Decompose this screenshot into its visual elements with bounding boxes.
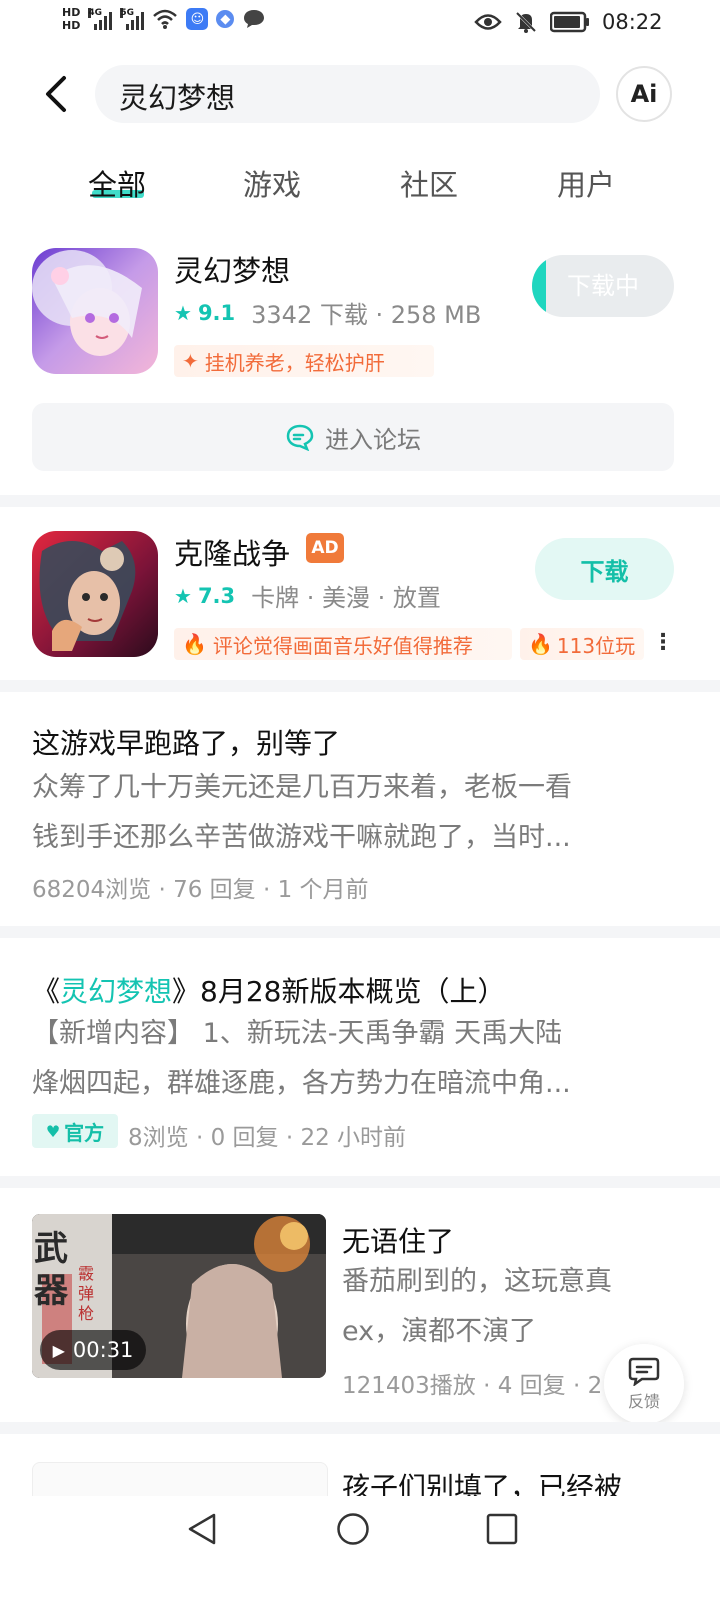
app-tag-label: 挂机养老，轻松护肝	[204, 350, 385, 375]
system-nav-bar	[0, 1496, 720, 1600]
post-meta: 8浏览 · 0 回复 · 22 小时前	[128, 1125, 407, 1151]
tab-users[interactable]: 用户	[557, 162, 615, 204]
post-body-line: 众筹了几十万美元还是几百万来着，老板一看	[32, 772, 572, 803]
thumb-char: 弹	[78, 1284, 95, 1303]
status-right: 08:22	[474, 10, 663, 34]
tab-games[interactable]: 游戏	[243, 162, 301, 204]
star-icon: ★	[174, 300, 192, 325]
section-divider	[0, 1176, 720, 1188]
section-divider	[0, 680, 720, 692]
thumb-char: 器	[34, 1271, 68, 1311]
clock: 08:22	[602, 10, 663, 34]
post-title[interactable]: 《灵幻梦想》8月28新版本概览（上）	[32, 970, 505, 1010]
thumb-char: 枪	[78, 1304, 95, 1323]
section-divider	[0, 926, 720, 938]
thumb-char: 武	[34, 1229, 68, 1269]
sparkle-icon: ✦	[182, 349, 199, 373]
status-bar: HD HD 4G 5G ☺ ◆ 08:22	[0, 0, 720, 48]
nav-home-icon[interactable]	[336, 1512, 370, 1546]
post-title[interactable]: 这游戏早跑路了，别等了	[32, 722, 340, 762]
mute-bell-icon	[515, 11, 537, 33]
signal-4g-icon: 4G	[88, 8, 113, 30]
enter-forum-label: 进入论坛	[325, 425, 421, 454]
post-meta: 121403播放 · 4 回复 · 2	[342, 1373, 603, 1399]
app-icon-linghuan[interactable]	[32, 248, 158, 374]
back-arrow-icon	[46, 76, 66, 112]
app-rating: 7.3	[197, 583, 236, 608]
hd-label-2: HD	[62, 19, 81, 32]
wifi-icon	[153, 9, 178, 29]
tab-all[interactable]: 全部	[88, 162, 146, 204]
app-rating-row: ★ 9.1 3342 下载 · 258 MB	[174, 295, 481, 330]
ad-badge: AD	[306, 533, 344, 563]
app-meta: 3342 下载 · 258 MB	[251, 301, 482, 329]
forum-chat-icon	[286, 424, 314, 451]
hd-indicator: HD HD	[62, 6, 80, 32]
download-button[interactable]: 下载	[535, 538, 674, 600]
game-art-image	[32, 531, 158, 657]
app-tag-label: 评论觉得画面音乐好值得推荐	[212, 633, 473, 658]
app-tag: 🔥 评论觉得画面音乐好值得推荐	[174, 628, 512, 660]
thumb-caption: 武 器	[34, 1228, 68, 1312]
hd-label-1: HD	[62, 6, 81, 19]
post-body-line: 【新增内容】 1、新玩法-天禹争霸 天禹大陆	[32, 1018, 563, 1049]
official-label: 官方	[64, 1120, 105, 1145]
net-type-1: 4G	[88, 8, 102, 18]
feedback-label: 反馈	[627, 1392, 660, 1411]
downloading-button[interactable]: 下载中	[532, 255, 674, 317]
title-suffix: 》8月28新版本概览（上）	[172, 975, 506, 1008]
post-body-line: 番茄刷到的，这玩意真	[342, 1266, 612, 1297]
app-rating: 9.1	[197, 300, 236, 325]
heart-icon: ♥	[45, 1121, 61, 1141]
eye-icon	[474, 14, 502, 30]
official-badge: ♥ 官方	[32, 1114, 118, 1148]
feedback-icon	[628, 1357, 660, 1386]
search-query[interactable]: 灵幻梦想	[119, 75, 235, 117]
play-icon: ▶	[52, 1340, 65, 1360]
battery-icon	[550, 11, 589, 33]
app-icon-clone-wars[interactable]	[32, 531, 158, 657]
section-divider	[0, 495, 720, 507]
app-rating-row: ★ 7.3 卡牌 · 美漫 · 放置	[174, 578, 441, 613]
signal-5g-icon: 5G	[120, 8, 145, 30]
duration-label: 00:31	[72, 1338, 134, 1362]
feedback-button[interactable]: 反馈	[604, 1344, 684, 1424]
app-name[interactable]: 克隆战争	[174, 531, 290, 573]
net-type-2: 5G	[120, 8, 134, 18]
fire-icon: 🔥	[182, 632, 207, 656]
tab-community[interactable]: 社区	[400, 162, 458, 204]
thumb-char: 霰	[78, 1264, 95, 1283]
status-left: HD HD 4G 5G ☺ ◆	[62, 6, 266, 32]
message-icon	[244, 10, 265, 28]
app-meta: 卡牌 · 美漫 · 放置	[251, 584, 441, 612]
nav-back-icon[interactable]	[186, 1512, 218, 1546]
more-icon[interactable]: ⋮	[652, 630, 674, 655]
app-tag: 🔥 113位玩	[520, 628, 644, 660]
post-body-line: 烽烟四起，群雄逐鹿，各方势力在暗流中角...	[32, 1068, 571, 1099]
post-meta: 68204浏览 · 76 回复 · 1 个月前	[32, 877, 369, 903]
thumb-subcaption: 霰 弹 枪	[78, 1264, 94, 1324]
ai-button[interactable]: Ai	[616, 66, 672, 122]
app-notification-icon-2: ◆	[216, 10, 235, 28]
app-name[interactable]: 灵幻梦想	[174, 248, 290, 290]
enter-forum-button[interactable]: 进入论坛	[32, 403, 674, 471]
app-notification-icon: ☺	[186, 8, 209, 30]
game-art-image	[32, 248, 158, 374]
post-title[interactable]: 无语住了	[342, 1220, 454, 1260]
back-button[interactable]	[38, 74, 78, 114]
app-tag: ✦ 挂机养老，轻松护肝	[174, 345, 434, 377]
app-tag-label: 113位玩	[556, 633, 636, 658]
post-body-line: 钱到手还那么辛苦做游戏干嘛就跑了，当时...	[32, 822, 571, 853]
nav-recents-icon[interactable]	[486, 1513, 518, 1545]
section-divider	[0, 1422, 720, 1434]
title-prefix: 《	[32, 975, 61, 1008]
downloading-label: 下载中	[567, 272, 639, 300]
video-duration: ▶ 00:31	[40, 1330, 146, 1370]
fire-icon: 🔥	[528, 632, 553, 656]
star-icon: ★	[174, 583, 192, 608]
post-body-line: ex，演都不演了	[342, 1316, 537, 1347]
title-keyword: 灵幻梦想	[60, 975, 173, 1008]
